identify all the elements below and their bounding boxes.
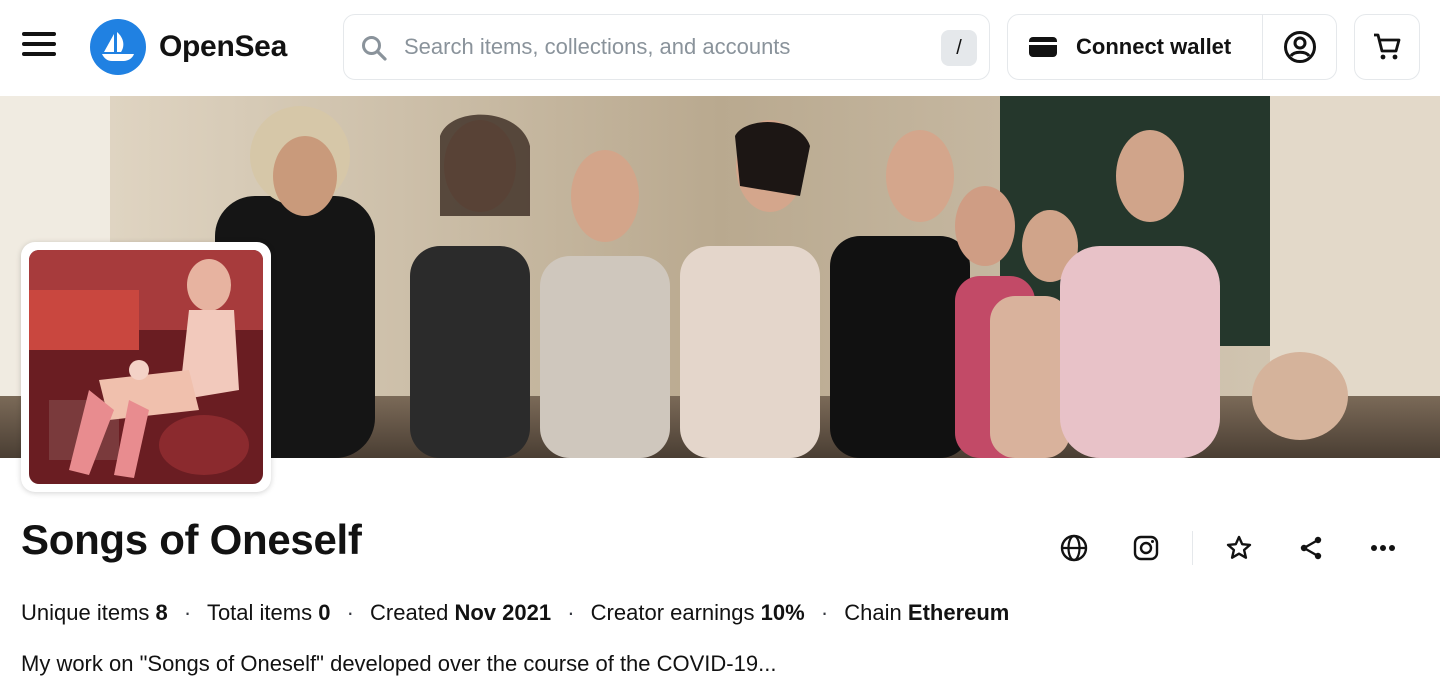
collection-avatar-image bbox=[29, 250, 263, 484]
opensea-logo[interactable]: OpenSea bbox=[90, 19, 287, 75]
creator-earnings-label: Creator earnings bbox=[590, 600, 755, 625]
collection-title: Songs of Oneself bbox=[21, 516, 362, 563]
chain-value: Ethereum bbox=[907, 600, 1010, 625]
more-options-button[interactable] bbox=[1359, 527, 1407, 569]
wallet-icon bbox=[1029, 37, 1057, 57]
more-icon bbox=[1371, 545, 1395, 551]
stat-separator: · bbox=[820, 600, 829, 625]
unique-items-value: 8 bbox=[155, 600, 168, 625]
search-shortcut-key: / bbox=[941, 30, 977, 66]
actions-divider bbox=[1192, 531, 1193, 565]
collection-description[interactable]: My work on "Songs of Oneself" developed … bbox=[21, 651, 776, 677]
search-input[interactable] bbox=[404, 27, 924, 67]
connect-wallet-label: Connect wallet bbox=[1076, 34, 1232, 59]
cart-button[interactable] bbox=[1354, 14, 1420, 80]
collection-avatar[interactable] bbox=[21, 242, 271, 492]
wallet-group: Connect wallet bbox=[1007, 14, 1337, 80]
creator-earnings-value: 10% bbox=[760, 600, 805, 625]
favorite-button[interactable] bbox=[1215, 527, 1263, 569]
stat-separator: · bbox=[346, 600, 354, 625]
chain-label: Chain bbox=[844, 600, 902, 625]
collection-actions bbox=[1050, 527, 1407, 569]
share-button[interactable] bbox=[1287, 527, 1335, 569]
share-icon bbox=[1300, 536, 1322, 560]
top-navbar: OpenSea / Connect wallet bbox=[0, 0, 1440, 96]
menu-icon[interactable] bbox=[22, 32, 58, 62]
logo-text: OpenSea bbox=[159, 30, 287, 63]
total-items-label: Total items bbox=[206, 600, 313, 625]
total-items-value: 0 bbox=[318, 600, 331, 625]
profile-icon bbox=[1283, 31, 1316, 63]
profile-button[interactable] bbox=[1263, 15, 1336, 79]
website-button[interactable] bbox=[1050, 527, 1098, 569]
collection-stats: Unique items 8 · Total items 0 · Created… bbox=[21, 600, 1009, 626]
star-icon bbox=[1226, 535, 1252, 559]
search-icon bbox=[362, 36, 387, 61]
connect-wallet-button[interactable]: Connect wallet bbox=[1008, 15, 1263, 79]
created-label: Created bbox=[370, 600, 449, 625]
instagram-button[interactable] bbox=[1122, 527, 1170, 569]
stat-separator: · bbox=[567, 600, 575, 625]
instagram-icon bbox=[1133, 535, 1159, 561]
stat-separator: · bbox=[183, 600, 192, 625]
globe-icon bbox=[1060, 534, 1088, 562]
search-bar[interactable] bbox=[343, 14, 990, 80]
created-value: Nov 2021 bbox=[454, 600, 552, 625]
opensea-logo-icon bbox=[90, 19, 146, 75]
cart-icon bbox=[1374, 33, 1401, 60]
unique-items-label: Unique items bbox=[21, 600, 150, 625]
